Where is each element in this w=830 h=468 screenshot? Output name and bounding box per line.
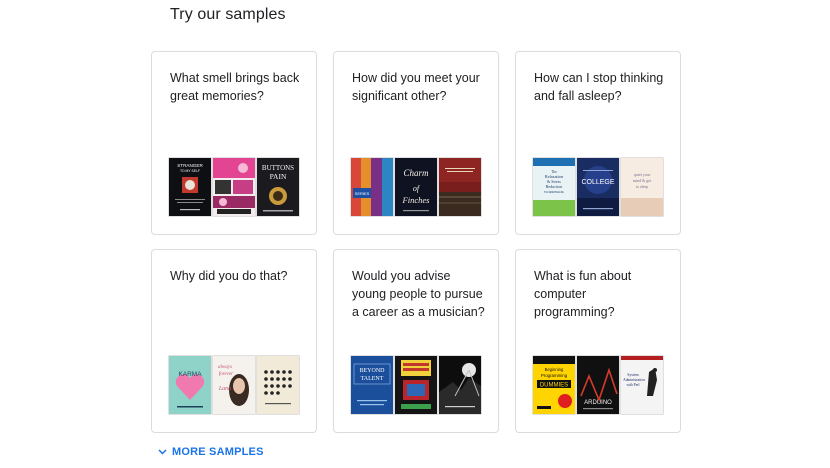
svg-text:WORKBOOK: WORKBOOK (544, 190, 565, 194)
book-covers: STRANGER TO MY SELF BUTTONS PAIN (169, 158, 299, 216)
svg-text:TALENT: TALENT (361, 376, 384, 382)
sample-question: Would you advise young people to pursue … (352, 269, 485, 319)
book-cover (257, 356, 299, 414)
svg-text:SERIES: SERIES (355, 191, 370, 196)
chevron-down-icon (158, 449, 167, 455)
book-covers: The Relaxation & Stress Reduction WORKBOOK C… (533, 158, 663, 216)
svg-text:with Perl: with Perl (626, 383, 639, 387)
book-cover: quiet your mind & get to sleep (621, 158, 663, 216)
sample-question: Why did you do that? (170, 269, 288, 283)
book-cover: KARMA (169, 356, 211, 414)
sample-question: What is fun about computer programming? (534, 269, 632, 319)
svg-text:STRANGER: STRANGER (177, 163, 203, 168)
svg-text:Charm: Charm (403, 168, 429, 178)
svg-text:PAIN: PAIN (270, 172, 287, 181)
svg-text:ARDUINO: ARDUINO (584, 400, 612, 406)
book-cover (439, 356, 481, 414)
book-cover: STRANGER TO MY SELF (169, 158, 211, 216)
sample-card[interactable]: What smell brings back great memories? S… (151, 51, 317, 235)
book-cover (439, 158, 481, 216)
book-cover: Charm of Finches (395, 158, 437, 216)
svg-text:Beginning: Beginning (545, 367, 564, 372)
book-cover: Beginning Programming DUMMIES (533, 356, 575, 414)
sample-card[interactable]: What is fun about computer programming? … (515, 249, 681, 433)
sample-question: How did you meet your significant other? (352, 71, 480, 103)
svg-text:to sleep: to sleep (636, 184, 648, 189)
svg-text:DUMMIES: DUMMIES (540, 383, 568, 389)
svg-text:System: System (627, 373, 638, 377)
more-samples-button[interactable]: MORE SAMPLES (158, 446, 264, 458)
book-cover: BEYOND TALENT (351, 356, 393, 414)
book-cover (213, 158, 255, 216)
book-cover: System Administration with Perl (621, 356, 663, 414)
svg-text:COLLEGE: COLLEGE (581, 179, 614, 186)
book-covers: BEYOND TALENT (351, 356, 481, 414)
book-cover: always forever Lana (213, 356, 255, 414)
svg-text:BUTTONS: BUTTONS (262, 164, 294, 172)
more-samples-label: MORE SAMPLES (172, 446, 264, 458)
svg-text:BEYOND: BEYOND (360, 368, 386, 374)
book-cover: COLLEGE (577, 158, 619, 216)
svg-text:Administration: Administration (623, 378, 645, 382)
svg-text:TO MY SELF: TO MY SELF (180, 169, 200, 173)
sample-question: How can I stop thinking and fall asleep? (534, 71, 664, 103)
book-covers: SERIES Charm of Finches (351, 158, 481, 216)
svg-text:KARMA: KARMA (178, 371, 202, 378)
svg-text:forever: forever (219, 372, 233, 377)
book-cover: SERIES (351, 158, 393, 216)
svg-text:Programming: Programming (541, 373, 568, 378)
book-cover: The Relaxation & Stress Reduction WORKBOOK (533, 158, 575, 216)
book-cover (395, 356, 437, 414)
sample-card[interactable]: How can I stop thinking and fall asleep?… (515, 51, 681, 235)
sample-card[interactable]: Would you advise young people to pursue … (333, 249, 499, 433)
svg-text:mind & get: mind & get (633, 178, 652, 183)
book-cover: ARDUINO (577, 356, 619, 414)
svg-text:always: always (218, 365, 232, 370)
svg-text:Reduction: Reduction (546, 184, 562, 189)
book-cover: BUTTONS PAIN (257, 158, 299, 216)
samples-grid: What smell brings back great memories? S… (151, 51, 681, 433)
sample-card[interactable]: How did you meet your significant other?… (333, 51, 499, 235)
sample-question: What smell brings back great memories? (170, 71, 300, 103)
svg-text:quiet your: quiet your (634, 172, 651, 177)
book-covers: Beginning Programming DUMMIES ARDUINO Syst… (533, 356, 663, 414)
book-covers: KARMA always forever Lana (169, 356, 299, 414)
svg-text:Lana: Lana (218, 386, 231, 392)
sample-card[interactable]: Why did you do that? KARMA always forever… (151, 249, 317, 433)
section-title: Try our samples (170, 6, 286, 23)
svg-text:Finches: Finches (402, 195, 431, 205)
